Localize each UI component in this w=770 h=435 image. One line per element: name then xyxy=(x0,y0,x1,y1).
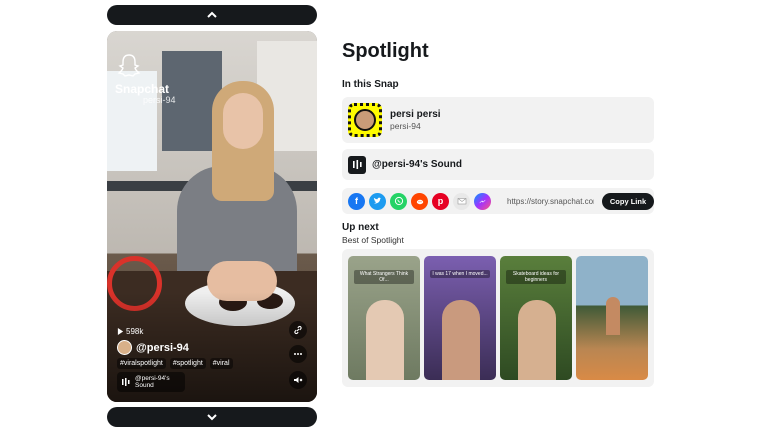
hashtag[interactable]: #viral xyxy=(209,358,233,369)
chevron-down-icon xyxy=(207,414,217,421)
pinterest-icon[interactable]: p xyxy=(432,192,449,210)
sound-bars-icon xyxy=(352,160,362,169)
up-next-thumbnail[interactable] xyxy=(576,256,648,380)
share-bar: f p Copy Link xyxy=(342,188,654,214)
up-next-thumbnail[interactable]: What Strangers Think Of... xyxy=(348,256,420,380)
up-next-subheading: Best of Spotlight xyxy=(342,235,404,245)
sound-card[interactable]: @persi-94's Sound xyxy=(342,149,654,180)
messenger-icon[interactable] xyxy=(474,192,491,210)
up-next-thumbnail[interactable]: I was 17 when I moved... xyxy=(424,256,496,380)
bolt-glyph xyxy=(479,199,486,203)
sound-chip[interactable]: @persi-94's Sound xyxy=(117,372,185,392)
view-count-text: 598k xyxy=(126,327,144,336)
bird-glyph xyxy=(373,197,382,204)
video-player[interactable]: Snapchat persi-94 598k @persi-94 #virals… xyxy=(107,31,317,402)
speaker-muted-icon xyxy=(294,377,303,383)
more-dots-icon xyxy=(294,353,302,355)
share-link-field[interactable] xyxy=(503,192,598,210)
copy-link-button[interactable]: Copy Link xyxy=(602,192,654,210)
chevron-up-icon xyxy=(207,11,217,18)
creator-username: persi-94 xyxy=(390,121,421,131)
hashtag[interactable]: #spotlight xyxy=(169,358,206,369)
alien-glyph xyxy=(416,199,423,205)
view-count: 598k xyxy=(117,327,143,336)
email-icon[interactable] xyxy=(453,192,470,210)
thumbnail-caption: What Strangers Think Of... xyxy=(354,270,414,284)
whatsapp-icon[interactable] xyxy=(390,192,407,210)
facebook-icon[interactable]: f xyxy=(348,192,365,210)
sound-icon xyxy=(348,155,366,174)
envelope-glyph xyxy=(457,198,466,205)
mute-button[interactable] xyxy=(289,371,307,389)
sound-bars-icon xyxy=(122,378,130,386)
avatar xyxy=(354,109,376,131)
creator-name: persi persi xyxy=(390,109,441,120)
snapcode xyxy=(348,103,382,137)
copy-link-button[interactable] xyxy=(289,321,307,339)
sound-title: @persi-94's Sound xyxy=(372,159,462,170)
up-next-thumbnail[interactable]: Skateboard ideas for beginners xyxy=(500,256,572,380)
sound-chip-label: @persi-94's Sound xyxy=(135,375,170,389)
link-icon xyxy=(294,325,302,335)
previous-snap-button[interactable] xyxy=(107,5,317,25)
hashtag-list: #viralspotlight #spotlight #viral xyxy=(117,358,233,369)
creator-card[interactable]: persi persi persi-94 xyxy=(342,97,654,143)
play-icon xyxy=(117,328,124,335)
watermark-username: persi-94 xyxy=(143,95,176,105)
snapchat-watermark: Snapchat xyxy=(115,82,170,96)
snapchat-ghost-icon xyxy=(117,54,141,77)
hashtag[interactable]: #viralspotlight xyxy=(117,358,166,369)
thumbnail-caption: I was 17 when I moved... xyxy=(430,270,490,278)
page-title: Spotlight xyxy=(342,40,429,62)
thumbnail-caption: Skateboard ideas for beginners xyxy=(506,270,566,284)
author-name: @persi-94 xyxy=(136,341,189,354)
in-this-snap-heading: In this Snap xyxy=(342,79,399,90)
up-next-list: What Strangers Think Of... I was 17 when… xyxy=(342,249,654,387)
author-link[interactable]: @persi-94 xyxy=(117,340,189,355)
more-options-button[interactable] xyxy=(289,345,307,363)
phone-glyph xyxy=(394,196,403,206)
next-snap-button[interactable] xyxy=(107,407,317,427)
twitter-icon[interactable] xyxy=(369,192,386,210)
reddit-icon[interactable] xyxy=(411,192,428,210)
avatar xyxy=(117,340,132,355)
up-next-heading: Up next xyxy=(342,222,379,233)
